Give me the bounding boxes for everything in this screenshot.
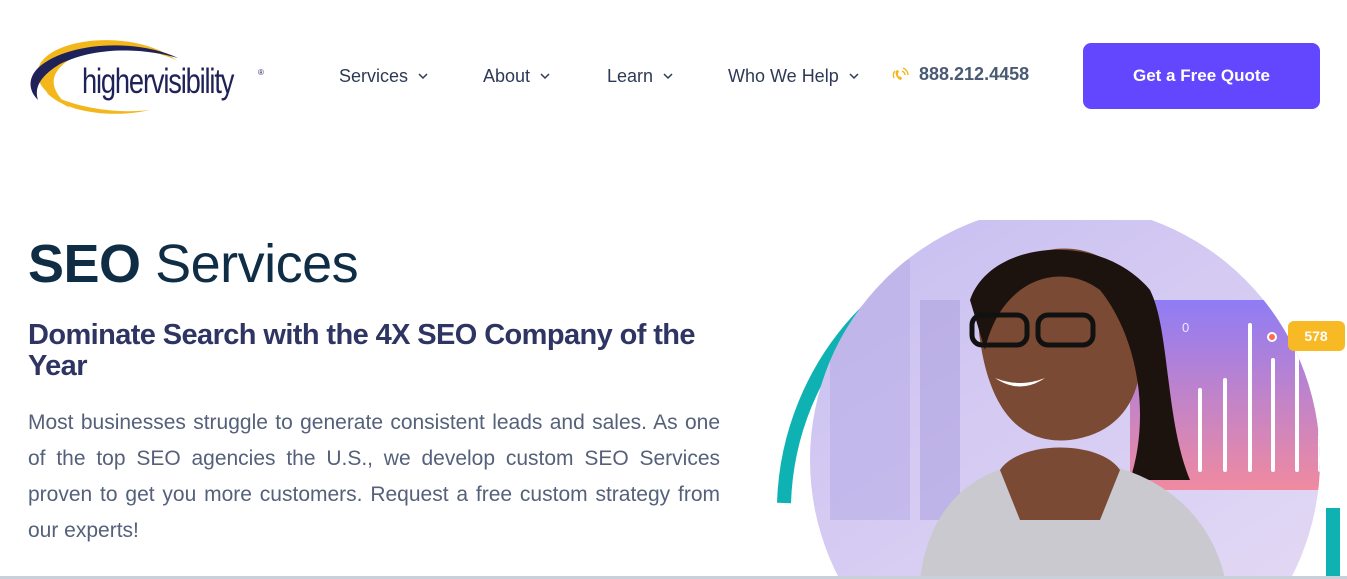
nav-item-services[interactable]: Services: [339, 66, 428, 87]
site-header: highervisibility ® Services About Learn …: [0, 0, 1347, 150]
logo-text: highervisibility: [82, 62, 234, 101]
nav-item-who-we-help[interactable]: Who We Help: [728, 66, 859, 87]
get-free-quote-button[interactable]: Get a Free Quote: [1083, 43, 1320, 109]
logo-registered-mark: ®: [258, 68, 264, 77]
phone-number: 888.212.4458: [919, 64, 1030, 84]
hero-subtitle: Dominate Search with the 4X SEO Company …: [28, 319, 696, 382]
hero-photo-graphic: 578 0: [777, 220, 1345, 579]
chart-badge-value: 578: [1304, 328, 1328, 344]
nav-item-label: Who We Help: [728, 65, 839, 86]
phone-link[interactable]: 888.212.4458: [890, 64, 1029, 85]
logo[interactable]: highervisibility ®: [26, 38, 276, 116]
chevron-down-icon: [418, 73, 428, 80]
hero-description: Most businesses struggle to generate con…: [28, 411, 720, 542]
phone-ringing-icon: [892, 66, 909, 80]
nav-item-label: Services: [339, 65, 409, 86]
page-title-strong: SEO: [28, 234, 141, 294]
nav-item-label: Learn: [607, 65, 654, 86]
nav-item-about[interactable]: About: [483, 66, 550, 87]
nav-item-label: About: [483, 65, 531, 86]
nav-item-learn[interactable]: Learn: [607, 66, 673, 87]
chart-axis-label: 0: [1182, 320, 1189, 335]
chevron-down-icon: [663, 73, 673, 80]
hero-illustration: 578 0: [770, 220, 1347, 579]
page-title-light: Services: [155, 234, 359, 294]
chevron-down-icon: [540, 73, 550, 80]
chevron-down-icon: [849, 73, 859, 80]
page-title: SEO Services: [28, 233, 359, 295]
